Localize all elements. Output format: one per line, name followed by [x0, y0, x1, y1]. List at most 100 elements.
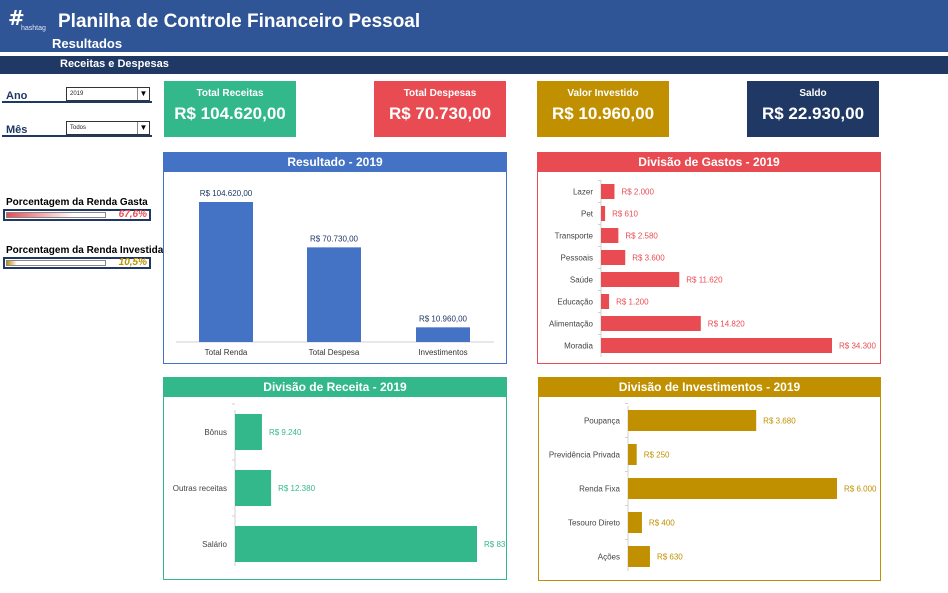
- year-select-value: 2019: [70, 91, 84, 97]
- receita-chart-panel: Divisão de Receita - 2019 Bônus R$ 9.240 O…: [163, 377, 507, 580]
- gastos-chart-panel: Divisão de Gastos - 2019 Lazer R$ 2.000 Pe…: [537, 152, 881, 364]
- category-label: Moradia: [564, 342, 593, 351]
- kpi-valor-investido: Valor Investido R$ 10.960,00: [537, 81, 669, 137]
- hashtag-logo: # hashtag: [8, 8, 48, 34]
- kpi-total-receitas: Total Receitas R$ 104.620,00: [164, 81, 296, 137]
- data-label: R$ 34.300: [839, 342, 876, 351]
- chart-title: Divisão de Gastos - 2019: [538, 153, 880, 172]
- logo-text: hashtag: [21, 25, 46, 32]
- data-label: R$ 10.960,00: [419, 314, 468, 323]
- bar: [601, 250, 626, 265]
- bar: [601, 228, 619, 243]
- bar: [601, 316, 701, 331]
- category-label: Educação: [557, 298, 593, 307]
- spent-percentage-fill: [7, 213, 74, 217]
- bar: [601, 294, 610, 309]
- bar: [601, 272, 680, 287]
- year-select[interactable]: 2019 ▼: [66, 87, 150, 101]
- section-title: Receitas e Despesas: [60, 58, 169, 70]
- app-header: # hashtag Planilha de Controle Financeir…: [0, 0, 948, 52]
- data-label: R$ 12.380: [278, 484, 315, 493]
- investimentos-chart: Poupança R$ 3.680 Previdência Privada R$ 25…: [549, 403, 877, 571]
- year-filter-underline: [2, 101, 152, 103]
- bar: [416, 327, 470, 342]
- category-label: Salário: [202, 540, 227, 549]
- category-label: Bônus: [204, 428, 227, 437]
- category-label: Renda Fixa: [579, 485, 620, 494]
- bar: [235, 414, 262, 450]
- category-label: Total Despesa: [309, 348, 360, 357]
- invested-percentage-fill: [7, 261, 18, 265]
- invested-percentage-value: 10,5%: [118, 257, 147, 268]
- data-label: R$ 11.620: [686, 276, 723, 285]
- data-label: R$ 630: [657, 553, 683, 562]
- spent-percentage-value: 67,6%: [118, 209, 147, 220]
- invested-percentage-box: 10,5%: [3, 257, 151, 269]
- category-label: Tesouro Direto: [568, 519, 621, 528]
- bar: [628, 410, 757, 431]
- data-label: R$ 250: [644, 451, 670, 460]
- kpi-label: Valor Investido: [567, 88, 639, 99]
- data-label: R$ 83.000: [484, 540, 506, 549]
- category-label: Transporte: [555, 232, 594, 241]
- chart-title: Divisão de Receita - 2019: [164, 378, 506, 397]
- kpi-value: R$ 22.930,00: [761, 104, 865, 123]
- category-label: Ações: [598, 553, 620, 562]
- bar: [601, 184, 615, 199]
- bar: [628, 444, 637, 465]
- bar: [628, 478, 837, 499]
- invested-percentage-bar: [6, 260, 106, 266]
- bar: [235, 526, 477, 562]
- data-label: R$ 70.730,00: [310, 234, 359, 243]
- data-label: R$ 2.000: [621, 188, 654, 197]
- category-label: Lazer: [573, 188, 593, 197]
- category-label: Pet: [581, 210, 594, 219]
- category-label: Outras receitas: [173, 484, 227, 493]
- kpi-label: Saldo: [799, 88, 827, 99]
- data-label: R$ 9.240: [269, 428, 302, 437]
- spent-percentage-label: Porcentagem da Renda Gasta: [6, 197, 148, 208]
- category-label: Alimentação: [549, 320, 594, 329]
- spent-percentage-bar: [6, 212, 106, 218]
- page-subtitle: Resultados: [52, 36, 123, 51]
- chart-title: Resultado - 2019: [164, 153, 506, 172]
- bar: [601, 206, 606, 221]
- resultado-chart-panel: Resultado - 2019 R$ 104.620,00 Total Rend…: [163, 152, 507, 364]
- bar: [307, 247, 361, 342]
- bar: [628, 546, 650, 567]
- kpi-label: Total Despesas: [403, 88, 477, 99]
- month-select[interactable]: Todos ▼: [66, 121, 150, 135]
- chevron-down-icon[interactable]: ▼: [137, 88, 149, 100]
- month-filter-underline: [2, 135, 152, 137]
- data-label: R$ 6.000: [844, 485, 877, 494]
- category-label: Saúde: [570, 276, 594, 285]
- data-label: R$ 104.620,00: [200, 189, 253, 198]
- kpi-value: R$ 70.730,00: [388, 104, 492, 123]
- bar: [601, 338, 832, 353]
- invested-percentage-label: Porcentagem da Renda Investida: [6, 245, 164, 256]
- resultado-chart: R$ 104.620,00 Total Renda R$ 70.730,00 Tota…: [176, 189, 494, 357]
- category-label: Pessoais: [561, 254, 593, 263]
- category-label: Poupança: [584, 417, 621, 426]
- data-label: R$ 1.200: [616, 298, 649, 307]
- bar: [199, 202, 253, 342]
- data-label: R$ 2.580: [625, 232, 658, 241]
- kpi-label: Total Receitas: [196, 88, 264, 99]
- chart-title: Divisão de Investimentos - 2019: [539, 378, 880, 397]
- spent-percentage-box: 67,6%: [3, 209, 151, 221]
- page-title: Planilha de Controle Financeiro Pessoal: [58, 11, 421, 32]
- investimentos-chart-panel: Divisão de Investimentos - 2019 Poupança…: [538, 377, 881, 581]
- section-bar: Receitas e Despesas: [0, 56, 948, 74]
- receita-chart: Bônus R$ 9.240 Outras receitas R$ 12.380 Sal…: [173, 403, 506, 566]
- data-label: R$ 14.820: [708, 320, 745, 329]
- kpi-saldo: Saldo R$ 22.930,00: [747, 81, 879, 137]
- category-label: Investimentos: [418, 348, 467, 357]
- gastos-chart: Lazer R$ 2.000 Pet R$ 610 Transporte R$ 2.580…: [549, 180, 876, 357]
- data-label: R$ 3.600: [632, 254, 665, 263]
- kpi-value: R$ 104.620,00: [174, 104, 286, 123]
- chevron-down-icon[interactable]: ▼: [137, 122, 149, 134]
- category-label: Previdência Privada: [549, 451, 621, 460]
- data-label: R$ 3.680: [763, 417, 796, 426]
- data-label: R$ 400: [649, 519, 675, 528]
- month-select-value: Todos: [70, 125, 87, 131]
